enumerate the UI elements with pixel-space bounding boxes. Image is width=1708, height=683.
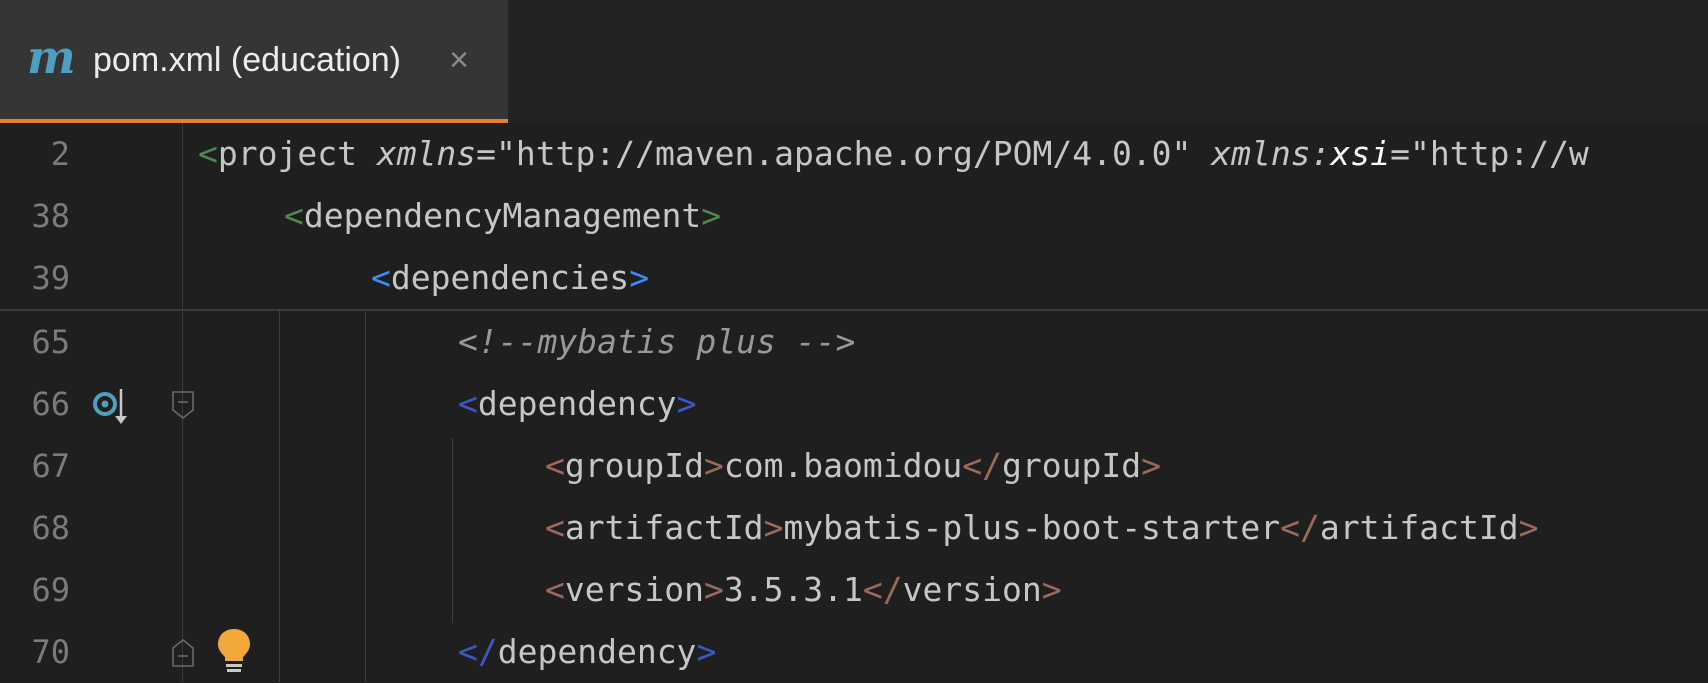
code-token: > xyxy=(1518,508,1539,547)
code-token: xmlns xyxy=(376,134,477,173)
close-icon[interactable]: × xyxy=(444,40,474,80)
tab-title: pom.xml (education) xyxy=(93,41,402,79)
code-token: < xyxy=(545,508,565,547)
line-number: 65 xyxy=(31,323,70,361)
code-token: dependency xyxy=(497,632,697,671)
code-text: <dependencyManagement> xyxy=(284,197,721,235)
code-token: </ xyxy=(962,446,1002,485)
code-line: 39 <dependencies> xyxy=(0,247,1708,309)
maven-file-icon: m xyxy=(27,30,76,84)
line-number: 39 xyxy=(31,259,70,297)
code-token: version xyxy=(564,570,704,609)
code-token: dependency xyxy=(477,384,677,423)
code-token: xsi xyxy=(1330,134,1391,173)
code-token: > xyxy=(696,632,717,671)
code-text: <dependency> xyxy=(458,385,696,423)
code-line: 65 <!--mybatis plus --> xyxy=(0,311,1708,373)
line-number: 66 xyxy=(31,385,70,423)
code-token: </ xyxy=(1280,508,1320,547)
code-token: dependencyManagement xyxy=(303,196,702,235)
maven-dependency-icon[interactable] xyxy=(93,387,133,432)
code-token: < xyxy=(545,570,565,609)
code-line: 68 <artifactId>mybatis-plus-boot-starter… xyxy=(0,497,1708,559)
code-token: <!--mybatis plus --> xyxy=(458,322,856,361)
code-token: artifactId xyxy=(1319,508,1519,547)
line-number: 68 xyxy=(31,509,70,547)
intention-bulb-icon[interactable] xyxy=(216,627,252,678)
code-token: ="http://maven.apache.org/POM/4.0.0" xyxy=(476,134,1192,173)
code-token: com.baomidou xyxy=(723,446,963,485)
code-token: > xyxy=(629,258,650,297)
code-token: artifactId xyxy=(564,508,764,547)
code-token: < xyxy=(284,196,304,235)
code-line: 70 </dependency> xyxy=(0,621,1708,683)
code-token: > xyxy=(676,384,697,423)
code-token: xmlns: xyxy=(1211,134,1331,173)
code-text: </dependency> xyxy=(458,633,716,671)
code-text: <project xmlns="http://maven.apache.org/… xyxy=(198,135,1589,173)
code-token: < xyxy=(198,134,218,173)
code-token: < xyxy=(458,384,478,423)
code-token: > xyxy=(703,570,724,609)
code-token: < xyxy=(371,258,391,297)
code-token: </ xyxy=(458,632,498,671)
code-token: groupId xyxy=(1002,446,1142,485)
code-token: > xyxy=(703,446,724,485)
code-line: 67 <groupId>com.baomidou</groupId> xyxy=(0,435,1708,497)
code-text: <groupId>com.baomidou</groupId> xyxy=(545,447,1161,485)
code-token: 3.5.3.1 xyxy=(723,570,863,609)
code-line: 66 <dependency> xyxy=(0,373,1708,435)
code-token: mybatis-plus-boot-starter xyxy=(783,508,1281,547)
code-text: <artifactId>mybatis-plus-boot-starter</a… xyxy=(545,509,1538,547)
code-token: > xyxy=(701,196,722,235)
code-token: groupId xyxy=(564,446,704,485)
code-line: 2 <project xmlns="http://maven.apache.or… xyxy=(0,123,1708,185)
line-number: 67 xyxy=(31,447,70,485)
code-token: project xyxy=(217,134,357,173)
code-text: <version>3.5.3.1</version> xyxy=(545,571,1062,609)
code-token: < xyxy=(545,446,565,485)
code-token: version xyxy=(902,570,1042,609)
code-token: > xyxy=(763,508,784,547)
fold-expand-icon[interactable] xyxy=(172,638,194,667)
code-text: <!--mybatis plus --> xyxy=(458,323,855,361)
code-token: > xyxy=(1141,446,1161,485)
code-line: 38 <dependencyManagement> xyxy=(0,185,1708,247)
code-text: <dependencies> xyxy=(371,259,649,297)
code-editor[interactable]: 2 <project xmlns="http://maven.apache.or… xyxy=(0,123,1708,682)
code-token: dependencies xyxy=(390,258,630,297)
line-number: 69 xyxy=(31,571,70,609)
line-number: 70 xyxy=(31,633,70,671)
editor-tab-bar: m pom.xml (education) × xyxy=(0,0,1708,123)
line-number: 38 xyxy=(31,197,70,235)
code-token: ="http://w xyxy=(1390,134,1589,173)
line-number: 2 xyxy=(50,135,70,173)
code-line: 69 <version>3.5.3.1</version> xyxy=(0,559,1708,621)
code-token: </ xyxy=(862,570,903,609)
code-token: > xyxy=(1041,570,1062,609)
fold-collapse-icon[interactable] xyxy=(172,391,194,420)
tab-pom-xml[interactable]: m pom.xml (education) × xyxy=(0,0,508,123)
